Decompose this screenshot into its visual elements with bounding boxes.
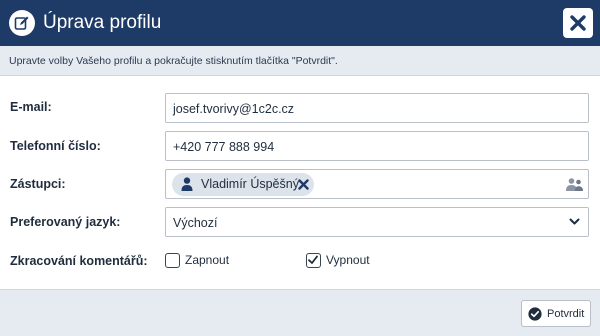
- user-group-icon[interactable]: [566, 178, 583, 191]
- checkbox-disable[interactable]: [306, 253, 321, 268]
- checkbox-enable-label[interactable]: Zapnout: [185, 253, 229, 268]
- close-button[interactable]: [563, 8, 593, 38]
- edit-profile-icon: [9, 10, 35, 36]
- phone-field[interactable]: +420 777 888 994: [165, 131, 589, 161]
- language-value: Výchozí: [173, 216, 218, 230]
- language-select[interactable]: Výchozí: [165, 207, 589, 237]
- remove-chip-icon[interactable]: [298, 179, 309, 190]
- substitutes-field[interactable]: Vladimír Úspěšný: [165, 169, 589, 199]
- dialog-footer: Potvrdit: [0, 289, 600, 336]
- email-field[interactable]: josef.tvorivy@1c2c.cz: [165, 93, 589, 123]
- email-label: E-mail:: [10, 100, 52, 114]
- email-value: josef.tvorivy@1c2c.cz: [173, 102, 295, 116]
- info-bar: Upravte volby Vašeho profilu a pokračujt…: [0, 46, 600, 76]
- substitutes-label: Zástupci:: [10, 177, 66, 191]
- phone-label: Telefonní číslo:: [10, 139, 101, 153]
- checkbox-enable[interactable]: [165, 253, 180, 268]
- dialog-title: Úprava profilu: [43, 12, 162, 33]
- profile-dialog: Úprava profilu Upravte volby Vašeho prof…: [0, 0, 600, 336]
- chevron-down-icon: [569, 218, 580, 225]
- confirm-label: Potvrdit: [547, 308, 585, 320]
- person-icon: [181, 177, 193, 191]
- comment-shortening-label: Zkracování komentářů:: [10, 254, 148, 268]
- dialog-header: Úprava profilu: [0, 0, 600, 46]
- checkmark-icon: [308, 255, 318, 264]
- substitute-chip: Vladimír Úspěšný: [172, 173, 314, 196]
- instruction-text: Upravte volby Vašeho profilu a pokračujt…: [9, 55, 338, 67]
- language-label: Preferovaný jazyk:: [10, 215, 121, 229]
- confirm-button[interactable]: Potvrdit: [521, 300, 591, 327]
- phone-value: +420 777 888 994: [173, 140, 275, 154]
- close-icon: [570, 15, 586, 31]
- checkbox-disable-label[interactable]: Vypnout: [326, 253, 370, 268]
- substitute-name: Vladimír Úspěšný: [201, 177, 299, 191]
- check-circle-icon: [528, 307, 542, 321]
